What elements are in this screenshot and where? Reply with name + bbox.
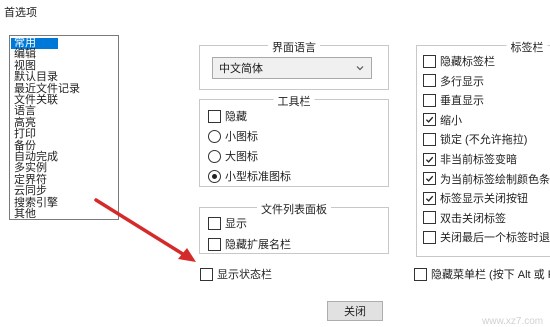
watermark: www.xz7.com: [482, 316, 544, 327]
annotation-arrow: [94, 198, 196, 262]
